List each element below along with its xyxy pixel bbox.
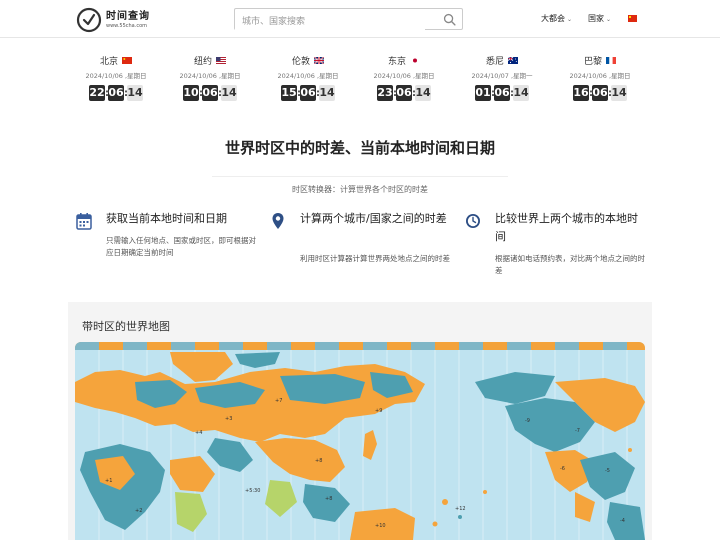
svg-text:+2: +2 <box>135 508 142 514</box>
svg-text:+8: +8 <box>315 458 322 464</box>
city-name: 北京 <box>99 56 118 67</box>
city-name: 悉尼 <box>485 56 504 67</box>
clock-beijing[interactable]: 北京 2024/10/06 ,星期日 22:06:14 <box>76 54 156 101</box>
feature-description: 利用时区计算器计算世界两处地点之间的时差 <box>300 254 450 263</box>
hour-digits: 23 <box>377 85 393 101</box>
svg-text:+7: +7 <box>275 398 282 404</box>
clock-tokyo[interactable]: 东京 2024/10/06 ,星期日 23:06:14 <box>364 54 444 101</box>
hour-digits: 22 <box>89 85 105 101</box>
city-name: 伦敦 <box>291 56 310 67</box>
language-flag-icon[interactable] <box>628 15 637 22</box>
logo-url: www.55cha.com <box>106 22 148 29</box>
nav-metropolis-label: 大都会 <box>541 14 565 23</box>
usa-flag-icon <box>216 56 226 64</box>
city-time: 01:06:14 <box>475 85 529 101</box>
map-title: 带时区的世界地图 <box>82 320 170 333</box>
clock-icon <box>466 214 480 228</box>
japan-flag-icon <box>410 56 420 64</box>
svg-text:+12: +12 <box>455 506 466 512</box>
clock-sydney[interactable]: 悉尼 2024/10/07 ,星期一 01:06:14 <box>462 54 542 101</box>
svg-text:-7: -7 <box>575 428 580 434</box>
city-date: 2024/10/06 ,星期日 <box>85 72 147 80</box>
city-time: 22:06:14 <box>89 85 143 101</box>
city-date: 2024/10/06 ,星期日 <box>569 72 631 80</box>
svg-text:+9: +9 <box>375 408 382 414</box>
svg-text:+5:30: +5:30 <box>245 488 260 494</box>
hour-digits: 15 <box>281 85 297 101</box>
city-time: 15:06:14 <box>281 85 335 101</box>
hour-digits: 16 <box>573 85 589 101</box>
hour-digits: 01 <box>475 85 491 101</box>
city-name: 东京 <box>387 56 406 67</box>
world-map-image: +3 +4 +8 +7 +9 +1 +2 +8 +10 -9 -7 -5 -6 -4 +12 +5:30 <box>75 342 645 540</box>
logo-name: 时间查询 <box>106 10 150 22</box>
svg-text:+10: +10 <box>375 523 386 529</box>
hour-digits: 10 <box>183 85 199 101</box>
world-timezone-map[interactable]: +3 +4 +8 +7 +9 +1 +2 +8 +10 -9 -7 -5 -6 -4 +12 +5:30 <box>75 342 645 540</box>
clock-paris[interactable]: 巴黎 2024/10/06 ,星期日 16:06:14 <box>560 54 640 101</box>
svg-text:+1: +1 <box>105 478 112 484</box>
feature-title: 计算两个城市/国家之间的时差 <box>300 212 447 225</box>
second-digits: 14 <box>415 85 431 101</box>
chevron-down-icon: ⌄ <box>567 16 573 23</box>
minute-digits: 06 <box>300 85 316 101</box>
minute-digits: 06 <box>494 85 510 101</box>
city-time: 10:06:14 <box>183 85 237 101</box>
city-date: 2024/10/06 ,星期日 <box>179 72 241 80</box>
svg-text:-6: -6 <box>560 466 565 472</box>
second-digits: 14 <box>611 85 627 101</box>
clock-new-york[interactable]: 纽约 2024/10/06 ,星期日 10:06:14 <box>170 54 250 101</box>
page-subtitle: 时区转换器：计算世界各个时区的时差 <box>292 185 428 194</box>
search-box <box>234 8 463 32</box>
world-map-section: 带时区的世界地图 +3 +4 +8 +7 +9 +1 +2 +8 +10 -9 … <box>68 302 652 540</box>
page-title: 世界时区中的时差、当前本地时间和日期 <box>224 139 495 157</box>
site-header: 时间查询 www.55cha.com 大都会⌄ 国家⌄ <box>0 0 720 38</box>
second-digits: 14 <box>221 85 237 101</box>
city-date: 2024/10/06 ,星期日 <box>373 72 435 80</box>
china-flag-icon <box>122 56 132 64</box>
second-digits: 14 <box>127 85 143 101</box>
second-digits: 14 <box>319 85 335 101</box>
minute-digits: 06 <box>202 85 218 101</box>
svg-text:-4: -4 <box>620 518 625 524</box>
france-flag-icon <box>606 56 616 64</box>
city-name: 纽约 <box>193 56 212 67</box>
nav-metropolis[interactable]: 大都会 ⌄ <box>541 13 572 24</box>
chevron-down-icon: ⌄ <box>606 16 612 23</box>
site-logo[interactable]: 时间查询 www.55cha.com <box>76 6 166 34</box>
svg-text:+4: +4 <box>195 430 202 436</box>
second-digits: 14 <box>513 85 529 101</box>
feature-description: 只需输入任何地点、国家或时区，即可根据对应日期确定当前时间 <box>106 236 256 257</box>
australia-flag-icon <box>508 56 518 64</box>
city-date: 2024/10/07 ,星期一 <box>471 72 533 80</box>
search-icon[interactable] <box>443 13 456 26</box>
svg-text:-5: -5 <box>605 468 610 474</box>
uk-flag-icon <box>314 56 324 64</box>
search-input[interactable] <box>235 12 425 32</box>
feature-title: 比较世界上两个城市的本地时间 <box>495 212 638 243</box>
minute-digits: 06 <box>592 85 608 101</box>
clock-logo-icon <box>76 7 102 33</box>
location-pin-icon <box>272 213 284 229</box>
city-time: 23:06:14 <box>377 85 431 101</box>
city-date: 2024/10/06 ,星期日 <box>277 72 339 80</box>
nav-countries-label: 国家 <box>588 14 604 23</box>
feature-description: 根据诸如电话预约表，对比两个地点之间的时差 <box>495 254 645 275</box>
minute-digits: 06 <box>396 85 412 101</box>
clock-london[interactable]: 伦敦 2024/10/06 ,星期日 15:06:14 <box>268 54 348 101</box>
svg-text:+8: +8 <box>325 496 332 502</box>
feature-title: 获取当前本地时间和日期 <box>106 212 227 225</box>
nav-countries[interactable]: 国家 ⌄ <box>588 13 611 24</box>
city-time: 16:06:14 <box>573 85 627 101</box>
minute-digits: 06 <box>108 85 124 101</box>
city-name: 巴黎 <box>583 56 602 67</box>
calendar-icon <box>76 213 92 230</box>
divider <box>212 176 508 177</box>
svg-text:-9: -9 <box>525 418 530 424</box>
svg-text:+3: +3 <box>225 416 232 422</box>
